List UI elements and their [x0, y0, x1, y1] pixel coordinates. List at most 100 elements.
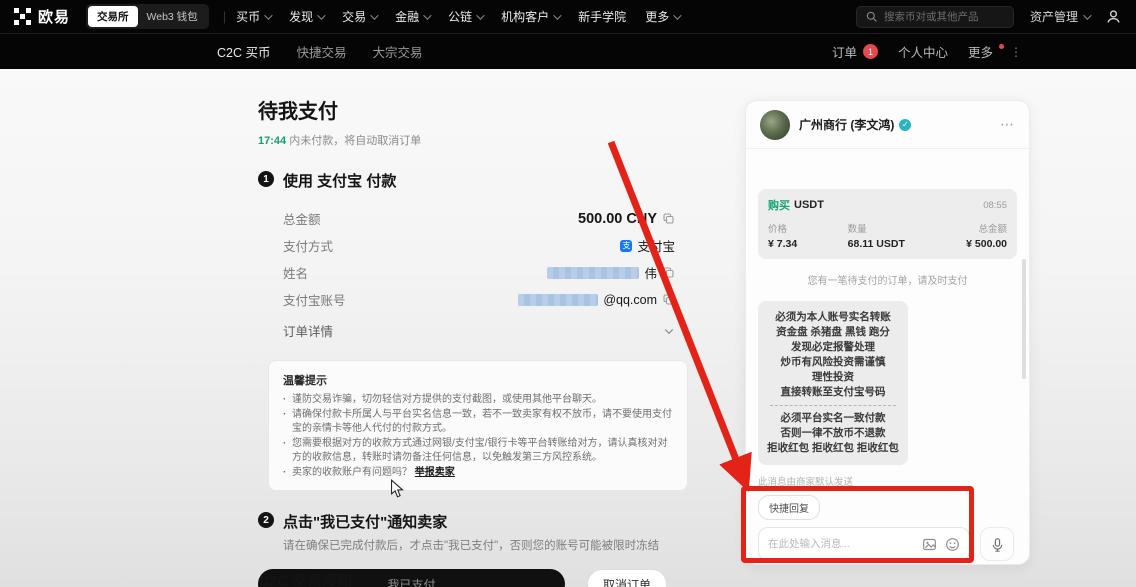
chat-messages: 购买 USDT 08:55 价格 ¥ 7.34 数量 68.11 USDT 总金… — [746, 149, 1029, 489]
payment-method-row: 支付方式 支 支付宝 — [283, 232, 675, 259]
merchant-message-bubble: 必须为本人账号实名转账 资金盘 杀猪盘 黑钱 跑分 发现必定报警处理 炒币有风险… — [758, 301, 908, 465]
copy-icon[interactable] — [662, 266, 675, 279]
tips-title: 温馨提示 — [283, 372, 673, 388]
alipay-icon: 支 — [620, 240, 632, 252]
chevron-down-icon — [423, 11, 431, 19]
subnav-right: 订单 1 个人中心 更多 ⋮ — [832, 42, 1022, 61]
payment-details: 总金额 500.00 CNY 支付方式 支 支付宝 姓名 伟 支付宝账号 @qq… — [283, 205, 675, 344]
order-total: 总金额 ¥ 500.00 — [927, 221, 1007, 250]
nav-divider: | — [223, 9, 226, 24]
emoji-icon[interactable] — [945, 537, 960, 552]
profile-center-link[interactable]: 个人中心 — [898, 42, 948, 61]
image-icon[interactable] — [922, 537, 937, 552]
payment-content: 待我支付 17:44 内未付款，将自动取消订单 1 使用 支付宝 付款 总金额 … — [258, 95, 690, 587]
step2-number: 2 — [258, 512, 274, 528]
brand-name: 欧易 — [38, 6, 70, 27]
auto-message-note: 此消息由商家默认发送 — [758, 474, 1017, 488]
product-toggle: 交易所 Web3 钱包 — [86, 4, 209, 29]
menu-chain[interactable]: 公链 — [448, 8, 482, 25]
merchant-avatar — [760, 110, 790, 140]
chevron-down-icon — [370, 11, 378, 19]
step2-header: 2 点击"我已支付"通知卖家 — [258, 511, 690, 532]
account-suffix: @qq.com — [603, 293, 657, 307]
orders-badge: 1 — [863, 44, 878, 59]
user-profile-icon[interactable] — [1105, 8, 1122, 25]
payment-method-value: 支付宝 — [637, 236, 675, 255]
vertical-dots-icon: ⋮ — [1010, 45, 1022, 59]
name-suffix: 伟 — [644, 263, 657, 282]
c2c-sub-nav: C2C 买币 快捷交易 大宗交易 订单 1 个人中心 更多 ⋮ — [0, 33, 1136, 69]
top-nav-bar: 欧易 交易所 Web3 钱包 | 买币 发现 交易 金融 公链 机构客户 新手学… — [0, 0, 1136, 33]
page-title: 待我支付 — [258, 95, 690, 124]
alipay-account-row: 支付宝账号 @qq.com — [283, 286, 675, 313]
main-menu: 买币 发现 交易 金融 公链 机构客户 新手学院 更多 — [236, 8, 679, 25]
step1-number: 1 — [258, 171, 274, 187]
chevron-down-icon — [553, 11, 561, 19]
menu-academy[interactable]: 新手学院 — [578, 8, 626, 25]
menu-buy-crypto[interactable]: 买币 — [236, 8, 270, 25]
message-line: 炒币有风险投资需谨慎 — [764, 355, 902, 370]
chat-more-button[interactable]: ⋯ — [1000, 116, 1015, 133]
message-line: 必须为本人账号实名转账 — [764, 310, 902, 325]
message-line: 发现必定报警处理 — [764, 340, 902, 355]
menu-trade[interactable]: 交易 — [342, 8, 376, 25]
more-link[interactable]: 更多 ⋮ — [968, 42, 1022, 61]
total-amount-row: 总金额 500.00 CNY — [283, 205, 675, 232]
message-line: 理性投资 — [764, 370, 902, 385]
order-asset: USDT — [794, 199, 824, 211]
verified-badge-icon: ✓ — [899, 119, 911, 131]
tab-express-trade[interactable]: 快捷交易 — [296, 42, 346, 61]
order-side: 购买 — [768, 197, 790, 213]
voice-message-button[interactable] — [980, 527, 1014, 561]
message-divider — [770, 405, 896, 406]
step1-header: 1 使用 支付宝 付款 — [258, 170, 690, 191]
chevron-down-icon — [1083, 11, 1091, 19]
warm-tips-box: 温馨提示 谨防交易诈骗，切勿轻信对方提供的支付截图，或使用其他平台聊天。 请确保… — [268, 360, 688, 491]
tip-item-report: 卖家的收款账户有问题吗？ 举报卖家 — [283, 466, 673, 481]
message-input[interactable] — [768, 538, 914, 550]
step1-title: 使用 支付宝 付款 — [283, 170, 396, 191]
chevron-down-icon — [264, 11, 272, 19]
report-seller-link[interactable]: 举报卖家 — [415, 467, 455, 478]
countdown-text: 17:44 内未付款，将自动取消订单 — [258, 132, 690, 148]
search-icon — [866, 11, 877, 22]
chat-scrollbar[interactable] — [1022, 259, 1026, 379]
notification-dot — [999, 44, 1004, 49]
search-box[interactable] — [856, 6, 1014, 28]
step2-title: 点击"我已支付"通知卖家 — [283, 511, 447, 532]
step2-subtitle: 请在确保已完成付款后，才点击"我已支付"，否则您的账号可能被限时冻结 — [283, 537, 690, 553]
order-summary-card: 购买 USDT 08:55 价格 ¥ 7.34 数量 68.11 USDT 总金… — [758, 189, 1017, 259]
copy-icon[interactable] — [662, 293, 675, 306]
subnav-tabs: C2C 买币 快捷交易 大宗交易 — [217, 42, 423, 61]
order-quantity: 数量 68.11 USDT — [848, 221, 928, 250]
cancel-order-button[interactable]: 取消订单 — [587, 569, 667, 587]
microphone-icon — [990, 537, 1005, 552]
menu-more[interactable]: 更多 — [645, 8, 679, 25]
chevron-down-icon — [663, 325, 675, 337]
copy-icon[interactable] — [662, 212, 675, 225]
order-time: 08:55 — [983, 200, 1007, 211]
okx-logo[interactable]: 欧易 — [14, 6, 70, 27]
toggle-web3-wallet[interactable]: Web3 钱包 — [138, 6, 207, 27]
okx-logo-icon — [14, 8, 31, 25]
menu-discover[interactable]: 发现 — [289, 8, 323, 25]
menu-institutions[interactable]: 机构客户 — [501, 8, 559, 25]
tab-block-trade[interactable]: 大宗交易 — [373, 42, 423, 61]
countdown-timer: 17:44 — [258, 135, 286, 147]
toggle-exchange[interactable]: 交易所 — [88, 6, 138, 27]
tab-c2c-buy[interactable]: C2C 买币 — [217, 42, 270, 61]
chat-panel: 广州商行 (李文鸿) ✓ ⋯ 购买 USDT 08:55 价格 ¥ 7.34 — [745, 100, 1030, 565]
menu-finance[interactable]: 金融 — [395, 8, 429, 25]
chevron-down-icon — [317, 11, 325, 19]
tip-item: 您需要根据对方的收款方式通过网银/支付宝/银行卡等平台转账给对方，请认真核对对方… — [283, 437, 673, 466]
order-price: 价格 ¥ 7.34 — [768, 221, 848, 250]
order-details-toggle[interactable]: 订单详情 — [283, 317, 675, 344]
search-input[interactable] — [884, 11, 1004, 23]
tip-item: 请确保付款卡所属人与平台实名信息一致，若不一致卖家有权不放币，请不要使用支付宝的… — [283, 408, 673, 437]
chat-header: 广州商行 (李文鸿) ✓ ⋯ — [746, 101, 1029, 149]
quick-reply-chip[interactable]: 快捷回复 — [758, 495, 820, 520]
redacted-name — [547, 267, 639, 279]
message-input-box[interactable] — [758, 527, 970, 561]
orders-link[interactable]: 订单 1 — [832, 42, 878, 61]
asset-management-menu[interactable]: 资产管理 — [1030, 8, 1089, 25]
